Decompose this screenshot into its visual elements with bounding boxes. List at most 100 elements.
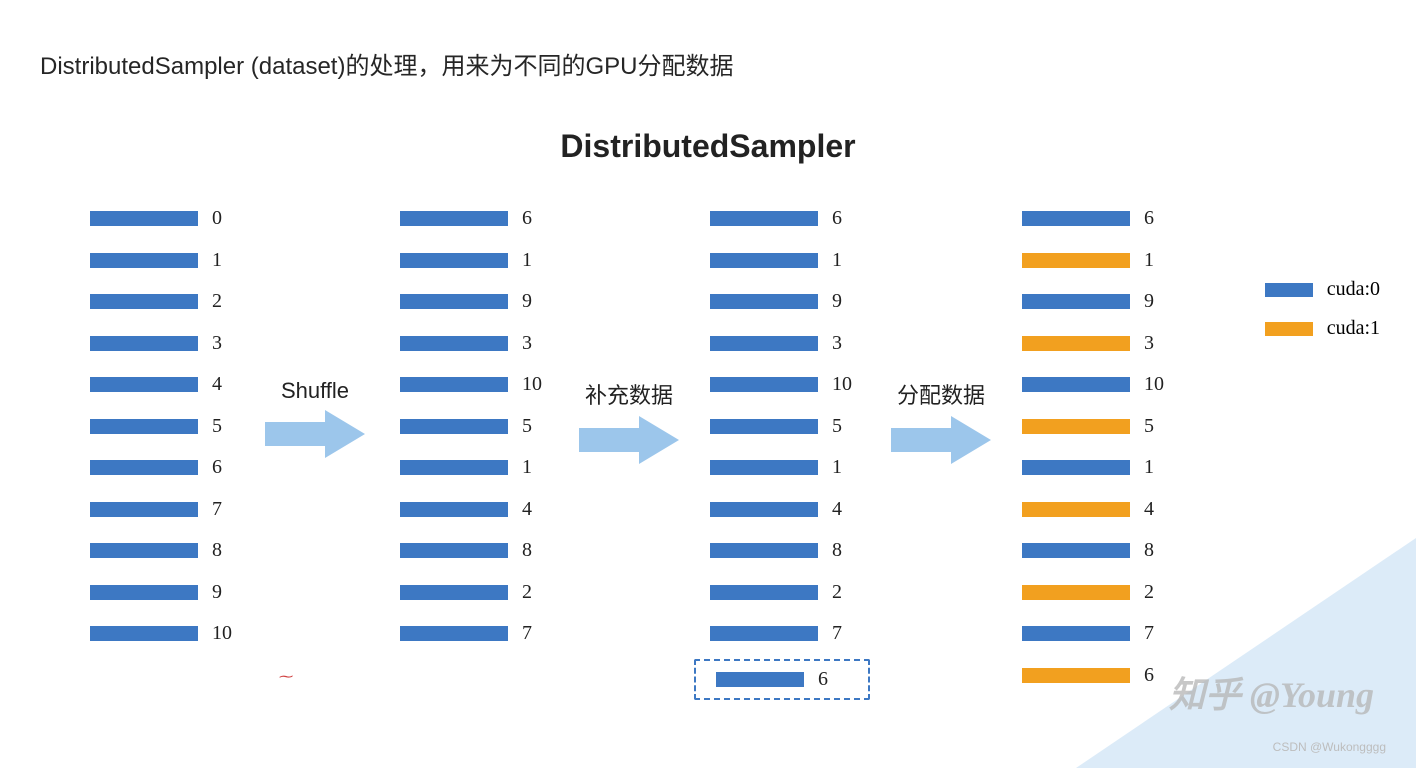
data-row: 8: [710, 530, 870, 572]
data-index-label: 5: [832, 415, 842, 438]
data-row: 9: [400, 281, 560, 323]
data-index-label: 10: [1144, 373, 1164, 396]
data-index-label: 8: [832, 539, 842, 562]
data-row: 2: [90, 281, 250, 323]
data-row: 6: [400, 198, 560, 240]
data-bar: [400, 211, 508, 226]
data-index-label: 7: [522, 622, 532, 645]
arrow-right-icon: [265, 410, 365, 458]
data-bar: [1022, 336, 1130, 351]
data-row: 6: [1022, 198, 1182, 240]
data-index-label: 7: [832, 622, 842, 645]
data-row: 10: [710, 364, 870, 406]
data-index-label: 2: [522, 581, 532, 604]
data-row: 7: [400, 613, 560, 655]
data-row: 3: [90, 323, 250, 365]
data-row: 5: [1022, 406, 1182, 448]
data-bar: [90, 377, 198, 392]
data-index-label: 0: [212, 207, 222, 230]
data-row: 2: [400, 572, 560, 614]
data-bar: [1022, 253, 1130, 268]
data-index-label: 1: [522, 249, 532, 272]
data-row: 7: [90, 489, 250, 531]
data-index-label: 10: [212, 622, 232, 645]
stage-column-2: 6193105148276: [710, 198, 870, 700]
data-bar: [1022, 419, 1130, 434]
data-bar: [400, 419, 508, 434]
legend-cuda1: cuda:1: [1265, 317, 1380, 340]
data-index-label: 1: [522, 456, 532, 479]
diagram-title: DistributedSampler: [0, 128, 1416, 165]
data-index-label: 9: [212, 581, 222, 604]
data-bar: [1022, 294, 1130, 309]
data-row: 6: [710, 198, 870, 240]
data-bar: [90, 211, 198, 226]
data-bar: [400, 543, 508, 558]
data-index-label: 2: [212, 290, 222, 313]
data-bar: [710, 502, 818, 517]
arrow-label: Shuffle: [250, 378, 380, 404]
data-index-label: 6: [832, 207, 842, 230]
data-row: 1: [400, 240, 560, 282]
data-row: 5: [400, 406, 560, 448]
data-index-label: 1: [1144, 456, 1154, 479]
data-bar: [90, 585, 198, 600]
transition-arrow-0: Shuffle: [250, 378, 380, 458]
decorative-triangle: [1076, 538, 1416, 768]
legend-cuda0: cuda:0: [1265, 278, 1380, 301]
transition-arrow-2: 分配数据: [876, 378, 1006, 464]
padded-row: 6: [694, 659, 870, 701]
data-bar: [710, 294, 818, 309]
data-bar: [400, 626, 508, 641]
data-index-label: 10: [832, 373, 852, 396]
data-row: 8: [400, 530, 560, 572]
data-bar: [710, 253, 818, 268]
data-row: 0: [90, 198, 250, 240]
data-row: 9: [90, 572, 250, 614]
data-index-label: 3: [212, 332, 222, 355]
data-index-label: 9: [1144, 290, 1154, 313]
data-row: 10: [400, 364, 560, 406]
data-bar: [710, 460, 818, 475]
data-row: 7: [710, 613, 870, 655]
data-row: 4: [90, 364, 250, 406]
data-row: 1: [1022, 447, 1182, 489]
legend-label-cuda0: cuda:0: [1327, 278, 1380, 301]
data-index-label: 9: [522, 290, 532, 313]
data-index-label: 6: [1144, 207, 1154, 230]
data-row: 5: [90, 406, 250, 448]
arrow-right-icon: [891, 416, 991, 464]
data-row: 1: [400, 447, 560, 489]
data-row: 1: [90, 240, 250, 282]
data-index-label: 9: [832, 290, 842, 313]
arrow-right-icon: [579, 416, 679, 464]
data-row: 10: [90, 613, 250, 655]
data-bar: [1022, 502, 1130, 517]
data-index-label: 5: [1144, 415, 1154, 438]
data-bar: [400, 502, 508, 517]
data-bar: [400, 377, 508, 392]
data-bar: [90, 419, 198, 434]
data-row: 6: [90, 447, 250, 489]
data-bar: [400, 585, 508, 600]
data-index-label: 4: [212, 373, 222, 396]
legend-swatch-cuda1: [1265, 322, 1313, 336]
data-row: 10: [1022, 364, 1182, 406]
data-bar: [90, 502, 198, 517]
data-row: 3: [710, 323, 870, 365]
diagram-subtitle: DistributedSampler (dataset)的处理，用来为不同的GP…: [40, 46, 733, 81]
data-row: 3: [1022, 323, 1182, 365]
data-index-label: 8: [522, 539, 532, 562]
data-bar: [400, 460, 508, 475]
legend-label-cuda1: cuda:1: [1327, 317, 1380, 340]
data-row: 3: [400, 323, 560, 365]
arrow-label: 分配数据: [876, 378, 1006, 410]
stage-column-0: 012345678910: [90, 198, 250, 655]
data-bar: [90, 336, 198, 351]
data-index-label: 4: [1144, 498, 1154, 521]
legend-swatch-cuda0: [1265, 283, 1313, 297]
data-row: 9: [710, 281, 870, 323]
data-index-label: 1: [1144, 249, 1154, 272]
data-index-label: 1: [832, 456, 842, 479]
data-bar: [400, 253, 508, 268]
